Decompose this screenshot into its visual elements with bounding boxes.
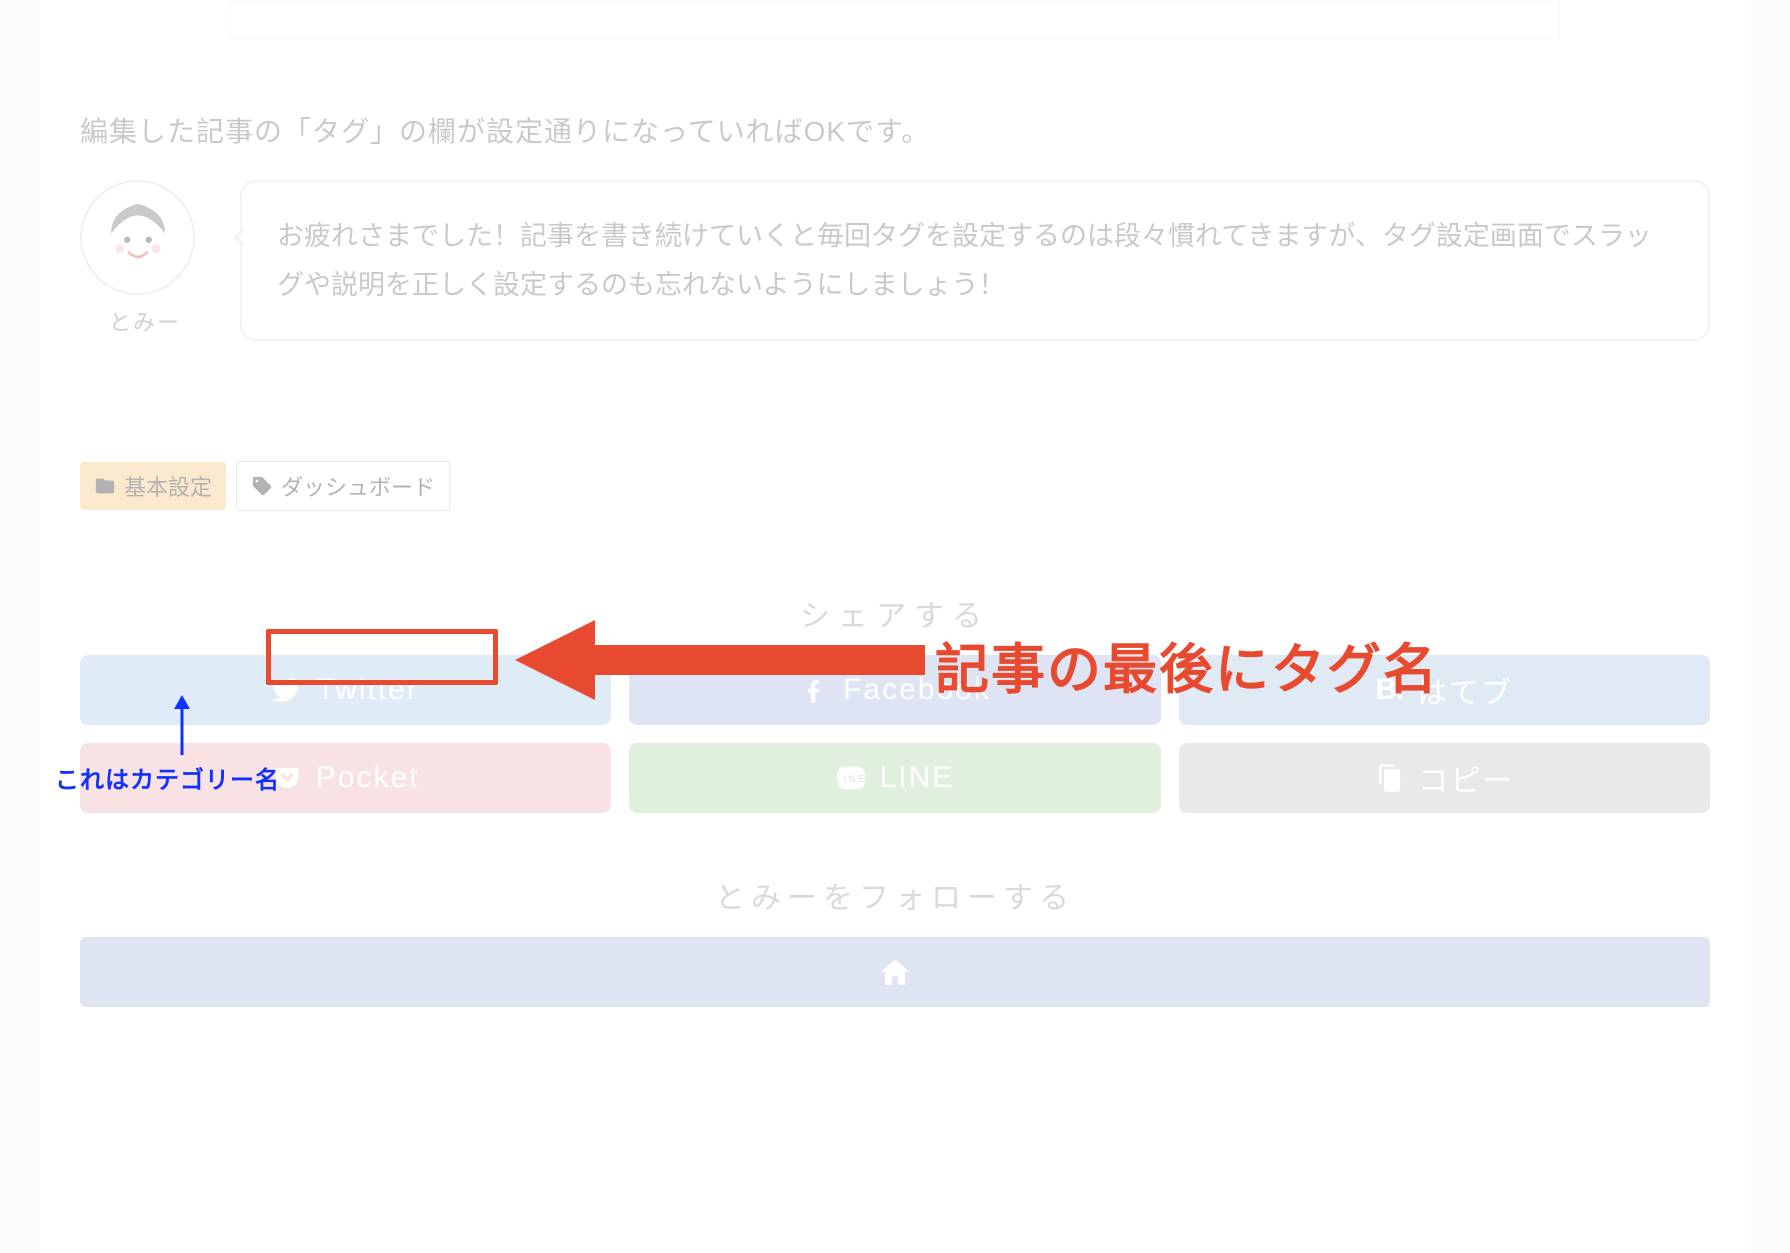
tag-badge-label: ダッシュボード bbox=[281, 470, 435, 502]
share-twitter-label: Twitter bbox=[316, 673, 418, 707]
hatena-icon: B! bbox=[1375, 673, 1403, 707]
share-buttons: Twitter Facebook B! はてブ Pocket bbox=[80, 655, 1710, 813]
author-name: とみー bbox=[80, 305, 210, 337]
tag-icon bbox=[251, 475, 273, 497]
share-pocket-label: Pocket bbox=[316, 761, 420, 795]
share-heading: シェアする bbox=[80, 591, 1710, 635]
taxonomy-badges: 基本設定 ダッシュボード bbox=[80, 461, 1710, 511]
speech-bubble: お疲れさまでした！記事を書き続けていくと毎回タグを設定するのは段々慣れてきますが… bbox=[240, 180, 1710, 341]
share-line-label: LINE bbox=[880, 761, 955, 795]
avatar-face-icon bbox=[93, 193, 183, 283]
facebook-icon bbox=[799, 675, 829, 705]
share-pocket-button[interactable]: Pocket bbox=[80, 743, 611, 813]
share-twitter-button[interactable]: Twitter bbox=[80, 655, 611, 725]
tag-badge[interactable]: ダッシュボード bbox=[236, 461, 450, 511]
folder-icon bbox=[94, 475, 116, 497]
category-badge[interactable]: 基本設定 bbox=[80, 462, 226, 510]
share-facebook-label: Facebook bbox=[843, 673, 991, 707]
placeholder-box bbox=[230, 0, 1560, 40]
author-speech-block: とみー お疲れさまでした！記事を書き続けていくと毎回タグを設定するのは段々慣れて… bbox=[80, 180, 1710, 341]
follow-heading: とみーをフォローする bbox=[80, 873, 1710, 917]
twitter-icon bbox=[272, 675, 302, 705]
share-facebook-button[interactable]: Facebook bbox=[629, 655, 1160, 725]
home-icon bbox=[878, 955, 912, 989]
copy-icon bbox=[1374, 763, 1404, 793]
follow-home-button[interactable] bbox=[80, 937, 1710, 1007]
author-avatar bbox=[80, 180, 195, 295]
line-icon: LINE bbox=[836, 763, 866, 793]
lead-paragraph: 編集した記事の「タグ」の欄が設定通りになっていればOKです。 bbox=[80, 90, 1710, 180]
svg-text:LINE: LINE bbox=[836, 774, 866, 785]
share-hatena-button[interactable]: B! はてブ bbox=[1179, 655, 1710, 725]
share-copy-button[interactable]: コピー bbox=[1179, 743, 1710, 813]
pocket-icon bbox=[272, 763, 302, 793]
share-hatena-label: はてブ bbox=[1417, 668, 1513, 712]
category-badge-label: 基本設定 bbox=[124, 470, 212, 502]
article-content: 編集した記事の「タグ」の欄が設定通りになっていればOKです。 とみー bbox=[40, 0, 1750, 1253]
share-line-button[interactable]: LINE LINE bbox=[629, 743, 1160, 813]
share-copy-label: コピー bbox=[1418, 756, 1514, 800]
